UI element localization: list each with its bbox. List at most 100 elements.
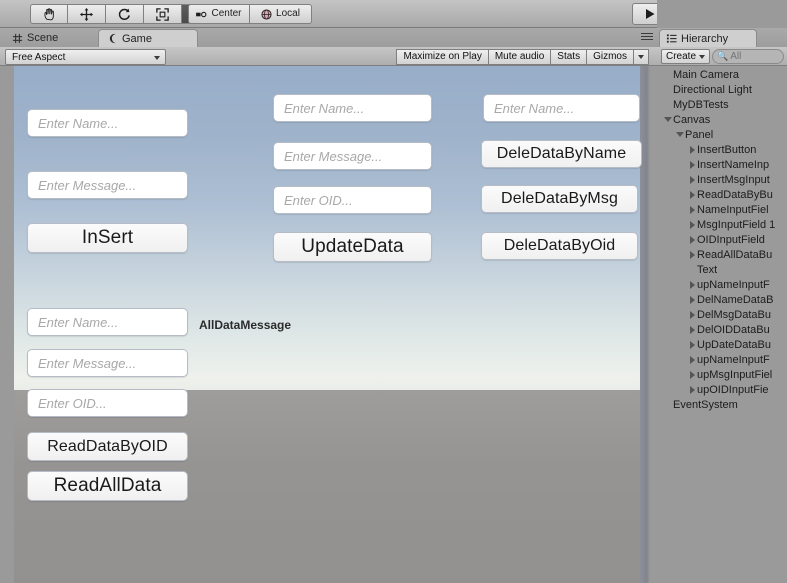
hierarchy-item-nameinputfiel[interactable]: NameInputFiel xyxy=(657,202,787,217)
hierarchy-item-insertbutton[interactable]: InsertButton xyxy=(657,142,787,157)
update-data-button[interactable]: UpdateData xyxy=(273,232,432,262)
chevron-right-icon[interactable] xyxy=(687,250,697,259)
hierarchy-item-label: upOIDInputFie xyxy=(697,383,769,396)
hierarchy-item-delnamedatab[interactable]: DelNameDataB xyxy=(657,292,787,307)
triangle-glyph xyxy=(689,280,695,289)
hierarchy-item-readdatabybu[interactable]: ReadDataByBu xyxy=(657,187,787,202)
chevron-right-icon[interactable] xyxy=(687,370,697,379)
delete-by-oid-button[interactable]: DeleDataByOid xyxy=(481,232,638,260)
update-message-input[interactable]: Enter Message... xyxy=(273,142,432,170)
chevron-right-icon[interactable] xyxy=(687,340,697,349)
chevron-right-icon[interactable] xyxy=(687,205,697,214)
read-message-input-placeholder: Enter Message... xyxy=(38,355,137,371)
chevron-right-icon[interactable] xyxy=(687,235,697,244)
tab-game[interactable]: Game xyxy=(98,29,198,47)
hierarchy-item-insertnameinp[interactable]: InsertNameInp xyxy=(657,157,787,172)
hierarchy-item-upnameinputf[interactable]: upNameInputF xyxy=(657,277,787,292)
hierarchy-item-mydbtests[interactable]: MyDBTests xyxy=(657,97,787,112)
chevron-right-icon[interactable] xyxy=(687,355,697,364)
gizmos-dropdown-button[interactable] xyxy=(634,49,649,65)
update-message-input-placeholder: Enter Message... xyxy=(284,148,383,164)
chevron-right-icon[interactable] xyxy=(687,325,697,334)
triangle-glyph xyxy=(689,160,695,169)
hierarchy-item-text[interactable]: Text xyxy=(657,262,787,277)
chevron-right-icon[interactable] xyxy=(687,190,697,199)
create-button[interactable]: Create xyxy=(661,49,711,64)
triangle-glyph xyxy=(689,295,695,304)
hierarchy-item-upoidinputfie[interactable]: upOIDInputFie xyxy=(657,382,787,397)
gizmos-label: Gizmos xyxy=(593,51,627,62)
scale-tool-button[interactable] xyxy=(144,4,182,24)
delete-name-input[interactable]: Enter Name... xyxy=(483,94,640,122)
chevron-right-icon[interactable] xyxy=(687,310,697,319)
pivot-space-group: Center Local xyxy=(188,4,312,24)
chevron-right-icon[interactable] xyxy=(687,220,697,229)
chevron-right-icon[interactable] xyxy=(687,280,697,289)
update-name-input[interactable]: Enter Name... xyxy=(273,94,432,122)
hierarchy-item-deloiddatabu[interactable]: DelOIDDataBu xyxy=(657,322,787,337)
delete-by-msg-button[interactable]: DeleDataByMsg xyxy=(481,185,638,213)
read-oid-input[interactable]: Enter OID... xyxy=(27,389,188,417)
tab-hierarchy[interactable]: Hierarchy xyxy=(659,29,757,47)
update-name-input-placeholder: Enter Name... xyxy=(284,100,365,116)
play-icon xyxy=(646,9,655,19)
hand-tool-button[interactable] xyxy=(30,4,68,24)
chevron-down-icon[interactable] xyxy=(663,117,673,122)
insert-name-input-placeholder: Enter Name... xyxy=(38,115,119,131)
insert-message-input[interactable]: Enter Message... xyxy=(27,171,188,199)
hierarchy-item-upnameinputf[interactable]: upNameInputF xyxy=(657,352,787,367)
rotate-icon xyxy=(118,8,130,20)
read-data-by-oid-button[interactable]: ReadDataByOID xyxy=(27,432,188,461)
mute-audio-toggle[interactable]: Mute audio xyxy=(488,49,552,65)
move-tool-button[interactable] xyxy=(68,4,106,24)
tab-game-label: Game xyxy=(122,32,152,45)
update-oid-input[interactable]: Enter OID... xyxy=(273,186,432,214)
delete-by-name-button[interactable]: DeleDataByName xyxy=(481,140,642,168)
pivot-mode-button[interactable]: Center xyxy=(188,4,250,24)
move-icon xyxy=(79,7,94,21)
hierarchy-item-directional-light[interactable]: Directional Light xyxy=(657,82,787,97)
game-view[interactable]: Enter Name... Enter Message... InSert Enter… xyxy=(0,66,657,583)
chevron-right-icon[interactable] xyxy=(687,385,697,394)
hierarchy-item-msginputfield-1[interactable]: MsgInputField 1 xyxy=(657,217,787,232)
read-name-input[interactable]: Enter Name... xyxy=(27,308,188,336)
tab-options-icon[interactable] xyxy=(641,33,653,43)
hierarchy-item-eventsystem[interactable]: EventSystem xyxy=(657,397,787,412)
hierarchy-item-label: upNameInputF xyxy=(697,278,770,291)
hierarchy-item-upmsginputfiel[interactable]: upMsgInputFiel xyxy=(657,367,787,382)
hierarchy-search-value: All xyxy=(730,51,742,62)
chevron-right-icon[interactable] xyxy=(687,295,697,304)
hierarchy-item-oidinputfield[interactable]: OIDInputField xyxy=(657,232,787,247)
triangle-glyph xyxy=(689,205,695,214)
chevron-down-icon xyxy=(699,54,706,59)
chevron-right-icon[interactable] xyxy=(687,145,697,154)
read-message-input[interactable]: Enter Message... xyxy=(27,349,188,377)
hierarchy-item-insertmsginput[interactable]: InsertMsgInput xyxy=(657,172,787,187)
insert-button[interactable]: InSert xyxy=(27,223,188,253)
hierarchy-tree[interactable]: Main Camera Directional Light MyDBTests Can… xyxy=(657,67,787,583)
rotate-tool-button[interactable] xyxy=(106,4,144,24)
insert-name-input[interactable]: Enter Name... xyxy=(27,109,188,137)
chevron-down-icon[interactable] xyxy=(675,132,685,137)
chevron-right-icon[interactable] xyxy=(687,160,697,169)
hierarchy-item-readalldatabu[interactable]: ReadAllDataBu xyxy=(657,247,787,262)
maximize-on-play-toggle[interactable]: Maximize on Play xyxy=(396,49,489,65)
gizmos-button[interactable]: Gizmos xyxy=(587,49,634,65)
chevron-down-icon xyxy=(638,55,644,59)
triangle-glyph xyxy=(689,175,695,184)
triangle-glyph xyxy=(676,132,684,137)
hierarchy-item-panel[interactable]: Panel xyxy=(657,127,787,142)
hierarchy-item-canvas[interactable]: Canvas xyxy=(657,112,787,127)
hierarchy-item-main-camera[interactable]: Main Camera xyxy=(657,67,787,82)
hierarchy-item-updatedatabu[interactable]: UpDateDataBu xyxy=(657,337,787,352)
space-mode-button[interactable]: Local xyxy=(250,4,312,24)
aspect-ratio-dropdown[interactable]: Free Aspect xyxy=(5,49,166,65)
hierarchy-search-input[interactable]: 🔍 All xyxy=(712,49,784,64)
read-all-data-button[interactable]: ReadAllData xyxy=(27,471,188,501)
hierarchy-item-label: InsertButton xyxy=(697,143,757,156)
stats-toggle[interactable]: Stats xyxy=(551,49,588,65)
tab-scene[interactable]: Scene xyxy=(4,29,96,47)
hierarchy-item-delmsgdatabu[interactable]: DelMsgDataBu xyxy=(657,307,787,322)
chevron-right-icon[interactable] xyxy=(687,175,697,184)
read-data-by-oid-button-label: ReadDataByOID xyxy=(47,437,168,455)
